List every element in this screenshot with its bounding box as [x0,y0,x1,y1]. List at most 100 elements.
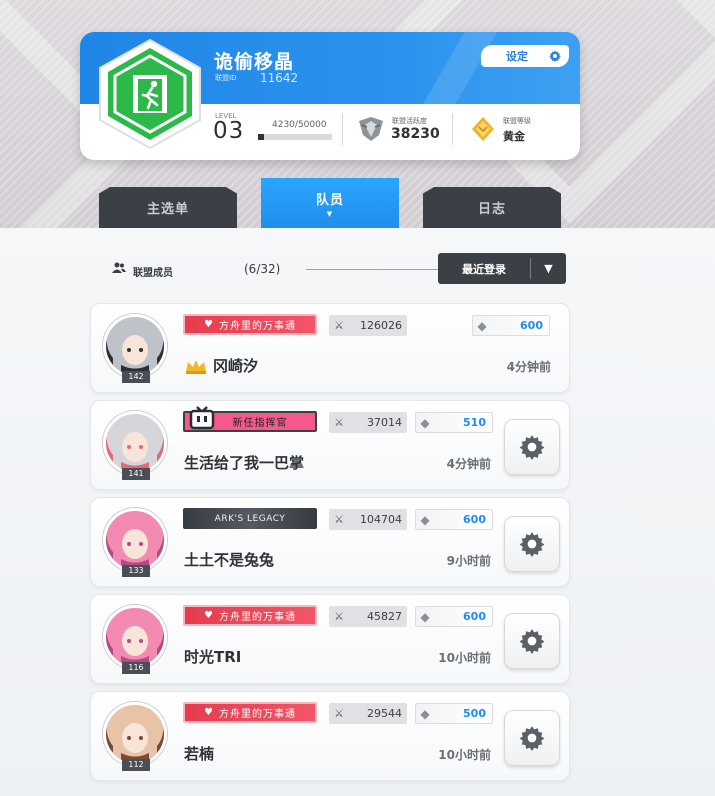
diamond-icon: ◆ [420,512,430,527]
crossed-swords-icon: ⚔ [334,610,344,623]
crown-icon [186,360,206,374]
gear-icon [519,435,545,460]
diamond-icon: ◆ [420,415,430,430]
contribution-value: 600 [463,610,486,623]
tab-label: 日志 [477,202,506,217]
gold-rank-icon [472,117,494,141]
activity-icon [359,117,383,141]
last-login: 4分钟前 [446,457,491,471]
combat-power-value: 104704 [360,513,402,526]
avatar-level-badge: 112 [122,759,150,771]
gear-icon [519,726,545,751]
members-icon [112,262,126,273]
crossed-swords-icon: ⚔ [334,319,344,332]
gear-icon [519,629,545,654]
level-value: 03 [213,118,245,144]
member-name: 土土不是兔兔 [184,551,275,569]
combat-power-value: 45827 [367,610,402,623]
crossed-swords-icon: ⚔ [334,707,344,720]
tab-log[interactable]: 日志 [423,187,561,228]
title-text: 新任指挥官 [232,418,288,429]
title-badge: ♥ 方舟里的万事通 [183,314,317,335]
contribution-value: 510 [463,416,486,429]
avatar-portrait [113,514,157,569]
last-login: 9小时前 [446,554,491,568]
last-login: 10小时前 [438,748,491,762]
sort-dropdown[interactable]: 最近登录 ▼ [438,253,566,284]
contribution-value: 600 [463,513,486,526]
avatar[interactable] [103,411,167,475]
avatar[interactable] [103,508,167,572]
title-text: 方舟里的万事通 [218,321,296,332]
member-manage-button[interactable] [504,710,560,766]
member-card[interactable]: 116 ♥ 方舟里的万事通 ⚔ 45827 ◆ 600 时光TRI 10小时前 [90,594,570,684]
member-manage-button[interactable] [504,613,560,669]
member-card[interactable]: 141 新任指挥官 ⚔ 37014 ◆ 510 生活给了我一巴掌 4分钟前 [90,400,570,490]
sort-label: 最近登录 [462,262,506,276]
member-card[interactable]: 133 ARK'S LEGACY ⚔ 104704 ◆ 600 土土不是兔兔 9… [90,497,570,587]
contribution: ◆ 510 [415,412,493,433]
contribution: ◆ 600 [472,315,550,336]
gear-icon [549,50,561,62]
heart-icon: ♥ [204,707,214,718]
divider [342,113,343,145]
diamond-icon: ◆ [420,706,430,721]
crossed-swords-icon: ⚔ [334,513,344,526]
title-badge: ARK'S LEGACY [183,508,317,529]
heart-icon: ♥ [204,610,214,621]
member-card[interactable]: 142 ♥ 方舟里的万事通 ⚔ 126026 ◆ 600 冈崎汐 4分钟前 [90,303,570,393]
tab-label: 主选单 [146,202,189,217]
divider [452,113,453,145]
tab-label: 队员 [315,192,344,208]
active-tab-indicator: ▼ [326,209,334,218]
id-value: 11642 [260,71,299,85]
members-count: (6/32) [244,262,281,276]
exp-text: 4230/50000 [272,120,327,130]
member-manage-button[interactable] [504,516,560,572]
combat-power: ⚔ 45827 [329,606,407,627]
contribution-value: 600 [520,319,543,332]
contribution: ◆ 600 [415,509,493,530]
member-manage-button[interactable] [504,419,560,475]
combat-power: ⚔ 29544 [329,703,407,724]
avatar-level-badge: 141 [122,468,150,480]
tab-members[interactable]: 队员 ▼ [261,178,399,228]
combat-power-value: 126026 [360,319,402,332]
activity-label: 联盟活跃度 [392,117,427,125]
caret-down-icon: ▼ [544,262,553,275]
crossed-swords-icon: ⚔ [334,416,344,429]
exp-progress-fill [258,134,265,140]
avatar-portrait [113,320,157,375]
rank-label: 联盟等级 [503,117,531,125]
settings-label: 设定 [506,50,528,63]
member-card[interactable]: 112 ♥ 方舟里的万事通 ⚔ 29544 ◆ 500 若楠 10小时前 [90,691,570,781]
avatar[interactable] [103,605,167,669]
combat-power: ⚔ 126026 [329,315,407,336]
member-name: 若楠 [184,745,215,763]
avatar-portrait [113,611,157,666]
avatar[interactable] [103,314,167,378]
avatar[interactable] [103,702,167,766]
player-name: 诡偷移晶 [214,51,295,73]
title-badge: ♥ 方舟里的万事通 [183,702,317,723]
avatar-level-badge: 116 [122,662,150,674]
heart-icon: ♥ [204,319,214,330]
member-name: 生活给了我一巴掌 [184,454,305,472]
title-text: 方舟里的万事通 [218,612,296,623]
title-badge: ♥ 方舟里的万事通 [183,605,317,626]
combat-power-value: 37014 [367,416,402,429]
divider [306,269,440,270]
gear-icon [519,532,545,557]
activity-value: 38230 [391,126,440,142]
tv-icon [189,406,215,430]
tab-main-menu[interactable]: 主选单 [99,187,237,228]
combat-power-value: 29544 [367,707,402,720]
rank-value: 黄金 [503,130,525,143]
exp-progress-bar [258,134,332,140]
member-name: 冈崎汐 [213,357,259,375]
contribution: ◆ 600 [415,606,493,627]
settings-button[interactable]: 设定 [481,45,569,67]
combat-power: ⚔ 37014 [329,412,407,433]
avatar-level-badge: 133 [122,565,150,577]
diamond-icon: ◆ [477,318,487,333]
